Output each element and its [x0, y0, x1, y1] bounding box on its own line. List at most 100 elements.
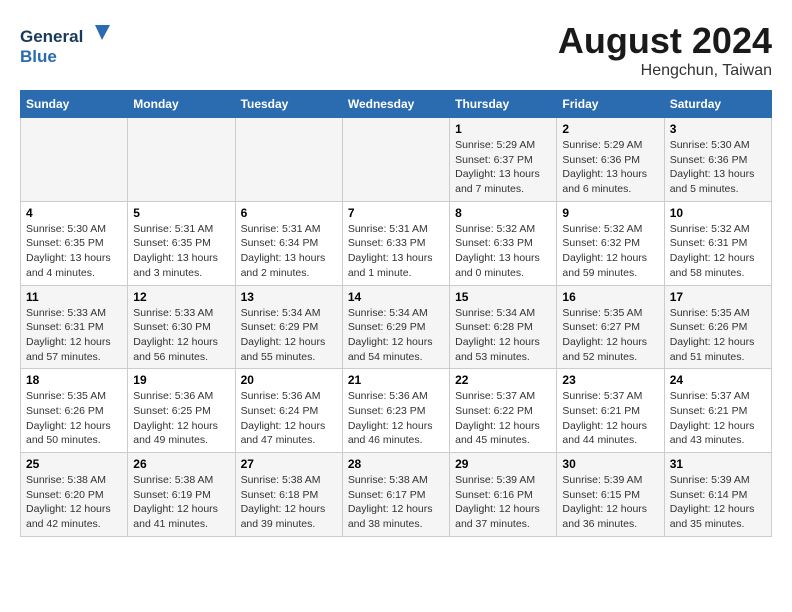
day-detail: Sunrise: 5:39 AM Sunset: 6:15 PM Dayligh… — [562, 473, 658, 532]
day-detail: Sunrise: 5:34 AM Sunset: 6:28 PM Dayligh… — [455, 306, 551, 365]
calendar-cell: 31Sunrise: 5:39 AM Sunset: 6:14 PM Dayli… — [664, 453, 771, 537]
calendar-cell: 16Sunrise: 5:35 AM Sunset: 6:27 PM Dayli… — [557, 285, 664, 369]
calendar-week-row: 18Sunrise: 5:35 AM Sunset: 6:26 PM Dayli… — [21, 369, 772, 453]
logo: General Blue — [20, 20, 120, 70]
calendar-header: Sunday Monday Tuesday Wednesday Thursday… — [21, 91, 772, 118]
col-monday: Monday — [128, 91, 235, 118]
calendar-cell: 15 Sunrise: 5:34 AM Sunset: 6:28 PM Dayli… — [450, 285, 557, 369]
calendar-cell: 6 Sunrise: 5:31 AM Sunset: 6:34 PM Daylig… — [235, 201, 342, 285]
day-number: 22 — [455, 373, 551, 387]
day-number: 21 — [348, 373, 444, 387]
page-header: General Blue August 2024 Hengchun, Taiwa… — [20, 20, 772, 80]
day-detail: Sunrise: 5:34 AM Sunset: 6:29 PM Dayligh… — [348, 306, 444, 365]
calendar-week-row: 4Sunrise: 5:30 AM Sunset: 6:35 PM Daylig… — [21, 201, 772, 285]
day-number: 12 — [133, 290, 229, 304]
header-row: Sunday Monday Tuesday Wednesday Thursday… — [21, 91, 772, 118]
calendar-cell: 20 Sunrise: 5:36 AM Sunset: 6:24 PM Dayli… — [235, 369, 342, 453]
calendar-cell — [235, 118, 342, 202]
col-thursday: Thursday — [450, 91, 557, 118]
calendar-cell: 10 Sunrise: 5:32 AM Sunset: 6:31 PM Dayli… — [664, 201, 771, 285]
month-year: August 2024 — [558, 20, 772, 62]
day-detail: Sunrise: 5:37 AM Sunset: 6:21 PM Dayligh… — [670, 389, 766, 448]
day-detail: Sunrise: 5:38 AM Sunset: 6:17 PM Dayligh… — [348, 473, 444, 532]
day-number: 28 — [348, 457, 444, 471]
day-number: 27 — [241, 457, 337, 471]
calendar-cell: 14 Sunrise: 5:34 AM Sunset: 6:29 PM Dayli… — [342, 285, 449, 369]
calendar-cell: 17 Sunrise: 5:35 AM Sunset: 6:26 PM Dayli… — [664, 285, 771, 369]
day-number: 20 — [241, 373, 337, 387]
day-detail: Sunrise: 5:39 AM Sunset: 6:16 PM Dayligh… — [455, 473, 551, 532]
day-detail: Sunrise: 5:31 AM Sunset: 6:33 PM Dayligh… — [348, 222, 444, 281]
day-number: 30 — [562, 457, 658, 471]
day-detail: Sunrise: 5:29 AM Sunset: 6:36 PM Dayligh… — [562, 138, 658, 197]
day-detail: Sunrise: 5:35 AM Sunset: 6:26 PM Dayligh… — [670, 306, 766, 365]
calendar-cell — [128, 118, 235, 202]
calendar-cell: 21Sunrise: 5:36 AM Sunset: 6:23 PM Dayli… — [342, 369, 449, 453]
day-detail: Sunrise: 5:29 AM Sunset: 6:37 PM Dayligh… — [455, 138, 551, 197]
day-number: 18 — [26, 373, 122, 387]
calendar-cell: 24Sunrise: 5:37 AM Sunset: 6:21 PM Dayli… — [664, 369, 771, 453]
calendar-week-row: 1 Sunrise: 5:29 AM Sunset: 6:37 PM Daylig… — [21, 118, 772, 202]
col-sunday: Sunday — [21, 91, 128, 118]
calendar-cell: 2Sunrise: 5:29 AM Sunset: 6:36 PM Daylig… — [557, 118, 664, 202]
calendar-cell: 8Sunrise: 5:32 AM Sunset: 6:33 PM Daylig… — [450, 201, 557, 285]
day-number: 9 — [562, 206, 658, 220]
day-detail: Sunrise: 5:38 AM Sunset: 6:18 PM Dayligh… — [241, 473, 337, 532]
calendar-cell — [21, 118, 128, 202]
day-number: 15 — [455, 290, 551, 304]
logo-svg: General Blue — [20, 20, 120, 70]
svg-text:General: General — [20, 27, 83, 46]
day-number: 8 — [455, 206, 551, 220]
day-number: 6 — [241, 206, 337, 220]
calendar-cell: 26Sunrise: 5:38 AM Sunset: 6:19 PM Dayli… — [128, 453, 235, 537]
calendar-cell: 30 Sunrise: 5:39 AM Sunset: 6:15 PM Dayli… — [557, 453, 664, 537]
day-number: 19 — [133, 373, 229, 387]
title-block: August 2024 Hengchun, Taiwan — [558, 20, 772, 80]
day-detail: Sunrise: 5:30 AM Sunset: 6:35 PM Dayligh… — [26, 222, 122, 281]
day-detail: Sunrise: 5:33 AM Sunset: 6:31 PM Dayligh… — [26, 306, 122, 365]
col-wednesday: Wednesday — [342, 91, 449, 118]
col-friday: Friday — [557, 91, 664, 118]
calendar-week-row: 11 Sunrise: 5:33 AM Sunset: 6:31 PM Dayli… — [21, 285, 772, 369]
calendar-cell: 29Sunrise: 5:39 AM Sunset: 6:16 PM Dayli… — [450, 453, 557, 537]
day-detail: Sunrise: 5:38 AM Sunset: 6:19 PM Dayligh… — [133, 473, 229, 532]
day-detail: Sunrise: 5:36 AM Sunset: 6:24 PM Dayligh… — [241, 389, 337, 448]
calendar-cell: 5 Sunrise: 5:31 AM Sunset: 6:35 PM Daylig… — [128, 201, 235, 285]
calendar-week-row: 25 Sunrise: 5:38 AM Sunset: 6:20 PM Dayli… — [21, 453, 772, 537]
day-detail: Sunrise: 5:34 AM Sunset: 6:29 PM Dayligh… — [241, 306, 337, 365]
day-detail: Sunrise: 5:35 AM Sunset: 6:27 PM Dayligh… — [562, 306, 658, 365]
day-detail: Sunrise: 5:32 AM Sunset: 6:32 PM Dayligh… — [562, 222, 658, 281]
day-number: 17 — [670, 290, 766, 304]
calendar-cell: 22 Sunrise: 5:37 AM Sunset: 6:22 PM Dayli… — [450, 369, 557, 453]
calendar-cell: 13 Sunrise: 5:34 AM Sunset: 6:29 PM Dayli… — [235, 285, 342, 369]
calendar-table: Sunday Monday Tuesday Wednesday Thursday… — [20, 90, 772, 537]
location: Hengchun, Taiwan — [558, 62, 772, 80]
day-number: 11 — [26, 290, 122, 304]
calendar-cell: 1 Sunrise: 5:29 AM Sunset: 6:37 PM Daylig… — [450, 118, 557, 202]
day-detail: Sunrise: 5:36 AM Sunset: 6:25 PM Dayligh… — [133, 389, 229, 448]
day-number: 23 — [562, 373, 658, 387]
calendar-cell: 3Sunrise: 5:30 AM Sunset: 6:36 PM Daylig… — [664, 118, 771, 202]
calendar-cell: 23Sunrise: 5:37 AM Sunset: 6:21 PM Dayli… — [557, 369, 664, 453]
calendar-cell: 27 Sunrise: 5:38 AM Sunset: 6:18 PM Dayli… — [235, 453, 342, 537]
svg-text:Blue: Blue — [20, 47, 57, 66]
day-number: 31 — [670, 457, 766, 471]
day-detail: Sunrise: 5:32 AM Sunset: 6:31 PM Dayligh… — [670, 222, 766, 281]
calendar-cell: 9 Sunrise: 5:32 AM Sunset: 6:32 PM Daylig… — [557, 201, 664, 285]
day-number: 1 — [455, 122, 551, 136]
calendar-cell: 19 Sunrise: 5:36 AM Sunset: 6:25 PM Dayli… — [128, 369, 235, 453]
calendar-cell — [342, 118, 449, 202]
day-detail: Sunrise: 5:31 AM Sunset: 6:35 PM Dayligh… — [133, 222, 229, 281]
day-number: 10 — [670, 206, 766, 220]
day-detail: Sunrise: 5:37 AM Sunset: 6:22 PM Dayligh… — [455, 389, 551, 448]
day-number: 3 — [670, 122, 766, 136]
day-detail: Sunrise: 5:31 AM Sunset: 6:34 PM Dayligh… — [241, 222, 337, 281]
col-tuesday: Tuesday — [235, 91, 342, 118]
day-number: 14 — [348, 290, 444, 304]
calendar-cell: 11 Sunrise: 5:33 AM Sunset: 6:31 PM Dayli… — [21, 285, 128, 369]
day-number: 5 — [133, 206, 229, 220]
day-detail: Sunrise: 5:38 AM Sunset: 6:20 PM Dayligh… — [26, 473, 122, 532]
day-number: 13 — [241, 290, 337, 304]
day-number: 25 — [26, 457, 122, 471]
calendar-cell: 28 Sunrise: 5:38 AM Sunset: 6:17 PM Dayli… — [342, 453, 449, 537]
